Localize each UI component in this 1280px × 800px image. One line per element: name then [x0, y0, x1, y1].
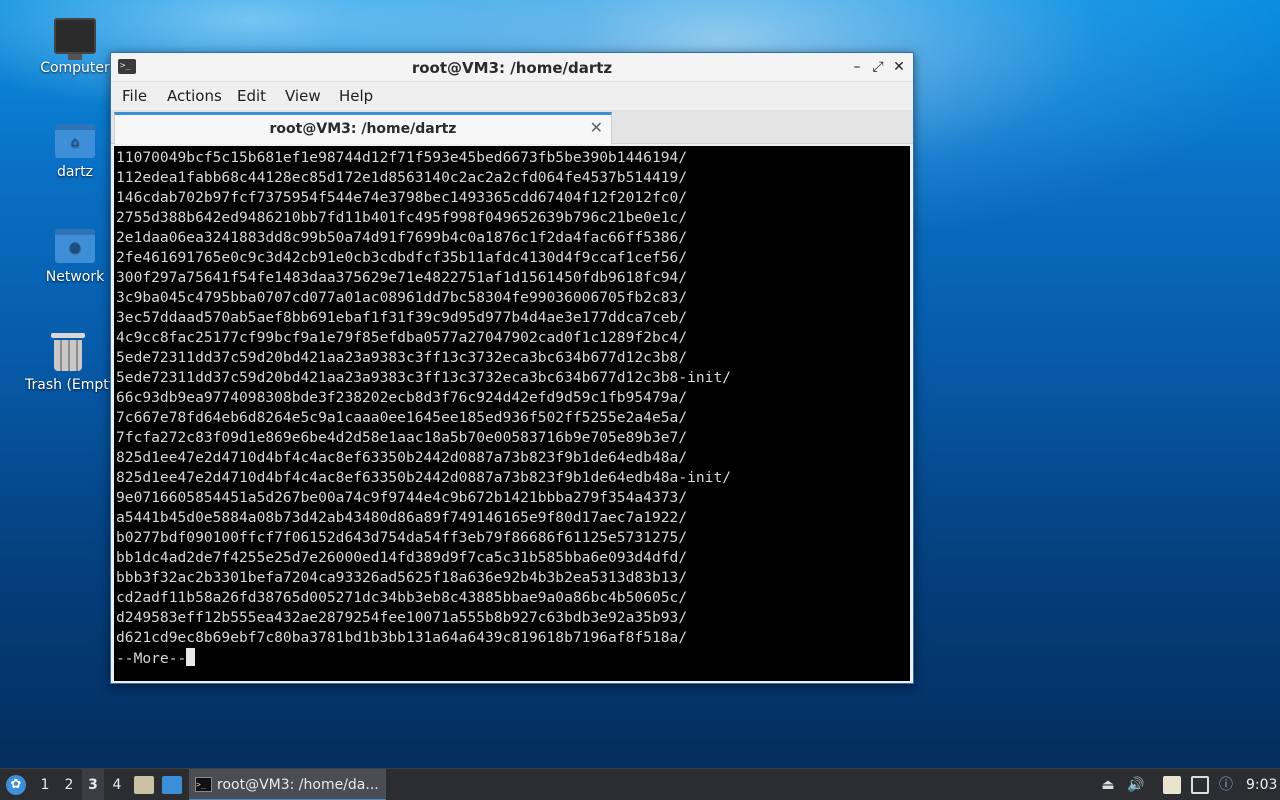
menu-bar: File Actions Edit View Help	[111, 82, 913, 110]
menu-view[interactable]: View	[285, 87, 321, 105]
taskbar: ✿ 1 2 3 4 >_ root@VM3: /home/da... ⏏ 🔊 ⓘ…	[0, 768, 1280, 800]
terminal-window: >_ root@VM3: /home/dartz – ⤢ ✕ File Acti…	[110, 52, 914, 684]
terminal-line: 3c9ba045c4795bba0707cd077a01ac08961dd7bc…	[116, 289, 688, 306]
terminal-line: 146cdab702b97fcf7375954f544e74e3798bec14…	[116, 189, 688, 206]
pager-prompt: --More--	[116, 650, 187, 667]
terminal-line: d249583eff12b555ea432ae2879254fee10071a5…	[116, 609, 688, 626]
menu-edit[interactable]: Edit	[237, 87, 266, 105]
tab-close-icon[interactable]: ✕	[590, 118, 603, 137]
terminal-line: 4c9cc8fac25177cf99bcf9a1e79f85efdba0577a…	[116, 329, 688, 346]
start-menu-icon: ✿	[6, 775, 26, 795]
window-title: root@VM3: /home/dartz	[411, 59, 613, 77]
terminal-line: cd2adf11b58a26fd38765d005271dc34bb3eb8c4…	[116, 589, 688, 606]
terminal-line: 11070049bcf5c15b681ef1e98744d12f71f593e4…	[116, 149, 688, 166]
terminal-task-icon: >_	[195, 777, 212, 792]
terminal-line: 66c93db9ea9774098308bde3f238202ecb8d3f76…	[116, 389, 688, 406]
terminal-line: 2e1daa06ea3241883dd8c99b50a74d91f7699b4c…	[116, 229, 688, 246]
network-folder-icon: ●	[55, 229, 95, 263]
volume-icon[interactable]: 🔊	[1127, 776, 1145, 794]
taskbar-task-label: root@VM3: /home/da...	[217, 777, 379, 793]
desktop-icon-label: Trash (Empty)	[25, 377, 110, 393]
trash-icon	[50, 331, 85, 371]
show-desktop-icon[interactable]	[162, 776, 182, 794]
terminal-line: a5441b45d0e5884a08b73d42ab43480d86a89f74…	[116, 509, 688, 526]
home-folder-icon: ⌂	[55, 124, 95, 158]
terminal-line: b0277bdf090100ffcf7f06152d643d754da54ff3…	[116, 529, 688, 546]
pager-prompt-line: --More--	[116, 648, 910, 669]
terminal-line: 825d1ee47e2d4710d4bf4c4ac8ef63350b2442d0…	[116, 449, 688, 466]
workspace-1[interactable]: 1	[34, 769, 56, 800]
computer-icon	[54, 18, 96, 60]
terminal-output[interactable]: 11070049bcf5c15b681ef1e98744d12f71f593e4…	[114, 146, 910, 681]
minimize-button[interactable]: –	[847, 57, 867, 77]
eject-icon[interactable]: ⏏	[1099, 776, 1117, 794]
terminal-line: 3ec57ddaad570ab5aef8bb691ebaf1f31f39c9d9…	[116, 309, 688, 326]
tab-bar: root@VM3: /home/dartz ✕	[111, 110, 913, 144]
clock[interactable]: 9:03	[1246, 769, 1277, 800]
terminal-line: 5ede72311dd37c59d20bd421aa23a9383c3ff13c…	[116, 349, 688, 366]
terminal-line: bb1dc4ad2de7f4255e25d7e26000ed14fd389d9f…	[116, 549, 688, 566]
desktop-icon-trash[interactable]: Trash (Empty)	[25, 331, 110, 393]
terminal-line: 7fcfa272c83f09d1e869e6be4d2d58e1aac18a5b…	[116, 429, 688, 446]
clipboard-icon[interactable]	[1163, 776, 1181, 794]
tab-title: root@VM3: /home/dartz	[269, 121, 457, 137]
terminal-line: 112edea1fabb68c44128ec85d172e1d8563140c2…	[116, 169, 688, 186]
terminal-line: 9e0716605854451a5d267be00a74c9f9744e4c9b…	[116, 489, 688, 506]
terminal-line: 5ede72311dd37c59d20bd421aa23a9383c3ff13c…	[116, 369, 732, 386]
notification-icon[interactable]: ⓘ	[1217, 776, 1235, 794]
menu-help[interactable]: Help	[339, 87, 373, 105]
text-cursor	[186, 648, 196, 666]
terminal-line: 7c667e78fd64eb6d8264e5c9a1caaa0ee1645ee1…	[116, 409, 688, 426]
menu-actions[interactable]: Actions	[167, 87, 222, 105]
file-manager-launcher-icon[interactable]	[134, 776, 154, 794]
menu-file[interactable]: File	[122, 87, 147, 105]
terminal-line: 2755d388b642ed9486210bb7fd11b401fc495f99…	[116, 209, 688, 226]
workspace-2[interactable]: 2	[58, 769, 80, 800]
terminal-line: 825d1ee47e2d4710d4bf4c4ac8ef63350b2442d0…	[116, 469, 732, 486]
network-connection-icon[interactable]	[1191, 776, 1209, 794]
maximize-button[interactable]: ⤢	[868, 57, 888, 77]
tab-terminal[interactable]: root@VM3: /home/dartz ✕	[114, 112, 612, 144]
workspace-4[interactable]: 4	[106, 769, 128, 800]
terminal-line: 300f297a75641f54fe1483daa375629e71e48227…	[116, 269, 688, 286]
terminal-line: bbb3f32ac2b3301befa7204ca93326ad5625f18a…	[116, 569, 688, 586]
terminal-line: d621cd9ec8b69ebf7c80ba3781bd1b3bb131a64a…	[116, 629, 688, 646]
start-menu-button[interactable]: ✿	[4, 769, 28, 800]
workspace-3[interactable]: 3	[82, 769, 104, 800]
window-titlebar[interactable]: >_ root@VM3: /home/dartz – ⤢ ✕	[111, 53, 913, 82]
taskbar-task-terminal[interactable]: >_ root@VM3: /home/da...	[189, 769, 386, 800]
close-button[interactable]: ✕	[889, 57, 909, 77]
terminal-line: 2fe461691765e0c9c3d42cb91e0cb3cdbdfcf35b…	[116, 249, 688, 266]
